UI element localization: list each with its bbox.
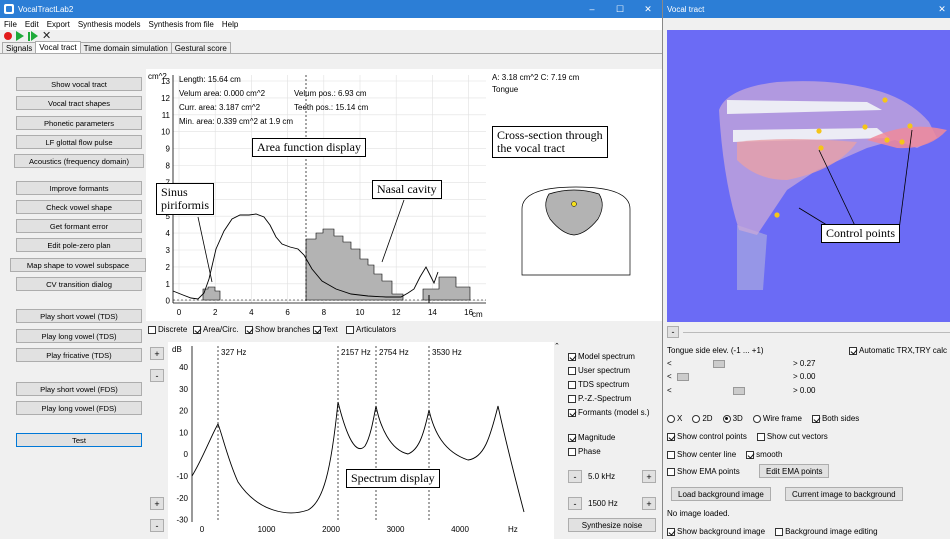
nasal-arrow [381,199,405,263]
slider-2-value: > 0.00 [793,372,816,381]
vt-titlebar: Vocal tract ✕ [663,0,950,18]
show-ema-points-checkbox[interactable]: Show EMA points [667,467,740,476]
slider-row-1[interactable]: < > 0.27 [667,359,950,368]
view-3d-radio[interactable]: 3D [722,414,743,423]
vt-3d-svg [719,81,947,290]
auto-trx-checkbox[interactable]: Automatic TRX,TRY calc [849,346,947,355]
slider-row-3[interactable]: < > 0.00 [667,386,950,395]
no-image-row: No image loaded. [667,509,950,518]
edit-ema-points-button[interactable]: Edit EMA points [759,464,830,478]
slider-2-thumb[interactable] [677,372,689,381]
show-center-line-checkbox[interactable]: Show center line [667,450,736,459]
background-row: Show background image Background image e… [667,527,950,536]
slider-3-value: > 0.00 [793,386,816,395]
vt-collapse-button[interactable]: - [667,326,679,338]
slider-2-left[interactable]: < [667,372,672,381]
vt-separator [683,332,950,333]
show-background-image-checkbox[interactable]: Show background image [667,527,765,536]
background-image-editing-checkbox[interactable]: Background image editing [775,527,878,536]
view-mode-row: X 2D 3D Wire frame Both sides [667,414,950,423]
param-row: Tongue side elev. (-1 ... +1) Automatic … [667,346,950,355]
control-points-row: Show control points Show cut vectors [667,432,950,441]
slider-1-left[interactable]: < [667,359,672,368]
show-control-points-checkbox[interactable]: Show control points [667,432,747,441]
view-2d-radio[interactable]: 2D [692,414,713,423]
view-wireframe-radio[interactable]: Wire frame [752,414,802,423]
center-line-row: Show center line smooth [667,450,950,459]
view-x-radio[interactable]: X [667,414,682,423]
vocal-tract-3d-view[interactable]: Control points [667,30,950,322]
current-image-to-background-button[interactable]: Current image to background [785,487,903,501]
slider-1-thumb[interactable] [713,359,725,368]
smooth-checkbox[interactable]: smooth [746,450,782,459]
control-points-arrow-mid [818,149,858,231]
larynx-tube [737,225,767,290]
slider-3-thumb[interactable] [733,386,745,395]
param-label: Tongue side elev. (-1 ... +1) [667,346,764,355]
main-window: VocalTractLab2 – ☐ ✕ File Edit Export Sy… [0,0,662,539]
both-sides-checkbox[interactable]: Both sides [811,414,859,423]
show-cut-vectors-checkbox[interactable]: Show cut vectors [756,432,828,441]
slider-1-value: > 0.27 [793,359,816,368]
vocal-tract-window: Vocal tract ✕ Control points - Tongue si… [662,0,950,539]
vt-window-title: Vocal tract [667,4,705,14]
slider-3-left[interactable]: < [667,386,672,395]
load-background-image-button[interactable]: Load background image [671,487,771,501]
control-points-callout: Control points [821,224,901,243]
callout-arrows [197,199,405,283]
sinus-arrow [197,216,213,283]
vt-close-button[interactable]: ✕ [934,0,950,18]
no-image-label: No image loaded. [667,509,730,518]
slider-row-2[interactable]: < > 0.00 [667,372,950,381]
